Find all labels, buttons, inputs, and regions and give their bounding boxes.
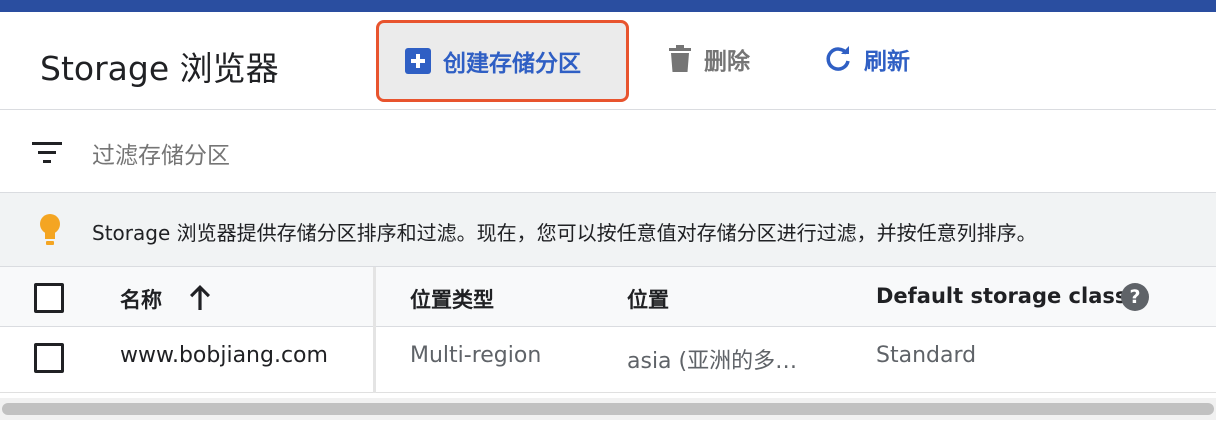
table-header: 名称 位置类型 位置 Default storage class ? <box>0 267 1216 327</box>
toolbar: Storage 浏览器 创建存储分区 删除 刷新 <box>0 12 1216 110</box>
header-name[interactable]: 名称 <box>120 284 162 314</box>
filter-icon[interactable] <box>32 140 62 164</box>
trash-icon <box>669 45 691 72</box>
page-title: Storage 浏览器 <box>40 49 279 88</box>
select-all-checkbox[interactable] <box>34 283 64 313</box>
info-text: Storage 浏览器提供存储分区排序和过滤。现在，您可以按任意值对存储分区进行… <box>92 221 1037 245</box>
frozen-column-divider <box>373 267 376 393</box>
sort-ascending-icon[interactable] <box>187 283 213 311</box>
delete-label: 删除 <box>704 49 750 75</box>
refresh-label: 刷新 <box>864 49 910 75</box>
refresh-icon <box>826 46 850 71</box>
table-row: www.bobjiang.com Multi-region asia (亚洲的多… <box>0 327 1216 393</box>
bucket-name-link[interactable]: www.bobjiang.com <box>120 343 328 368</box>
header-location-type[interactable]: 位置类型 <box>410 284 494 314</box>
cell-location-type: Multi-region <box>410 343 542 368</box>
create-bucket-button[interactable]: 创建存储分区 <box>376 20 629 102</box>
header-storage-class[interactable]: Default storage class <box>876 284 1127 308</box>
scrollbar-thumb[interactable] <box>2 403 1214 415</box>
add-box-icon <box>405 48 431 74</box>
help-icon[interactable]: ? <box>1121 283 1149 311</box>
cell-location: asia (亚洲的多… <box>627 349 798 374</box>
horizontal-scrollbar[interactable] <box>0 398 1216 420</box>
cell-storage-class: Standard <box>876 343 977 368</box>
header-location[interactable]: 位置 <box>627 284 669 314</box>
row-checkbox[interactable] <box>34 343 64 373</box>
lightbulb-icon <box>40 214 60 245</box>
refresh-button[interactable]: 刷新 <box>824 42 910 76</box>
filter-bar: 过滤存储分区 <box>0 110 1216 193</box>
filter-input[interactable]: 过滤存储分区 <box>92 136 230 170</box>
delete-button[interactable]: 删除 <box>668 42 750 76</box>
create-bucket-label: 创建存储分区 <box>443 51 581 77</box>
info-banner: Storage 浏览器提供存储分区排序和过滤。现在，您可以按任意值对存储分区进行… <box>0 193 1216 267</box>
top-accent-bar <box>0 0 1216 12</box>
